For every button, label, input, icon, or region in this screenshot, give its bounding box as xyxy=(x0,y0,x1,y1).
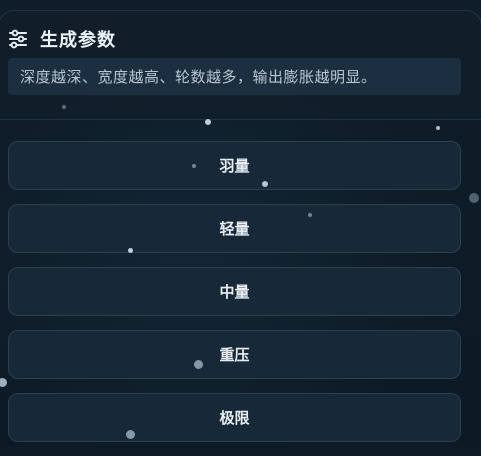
panel-title: 生成参数 xyxy=(40,30,116,51)
option-button-extreme[interactable]: 极限 xyxy=(8,393,461,442)
panel-description: 深度越深、宽度越高、轮数越多，输出膨胀越明显。 xyxy=(8,58,461,95)
option-list: 羽量 轻量 中量 重压 极限 xyxy=(8,141,461,456)
option-button-heavy[interactable]: 重压 xyxy=(8,330,461,379)
option-button-featherweight[interactable]: 羽量 xyxy=(8,141,461,190)
panel-title-row: 生成参数 xyxy=(8,28,116,51)
option-button-medium[interactable]: 中量 xyxy=(8,267,461,316)
option-button-light[interactable]: 轻量 xyxy=(8,204,461,253)
sliders-icon xyxy=(9,29,27,49)
